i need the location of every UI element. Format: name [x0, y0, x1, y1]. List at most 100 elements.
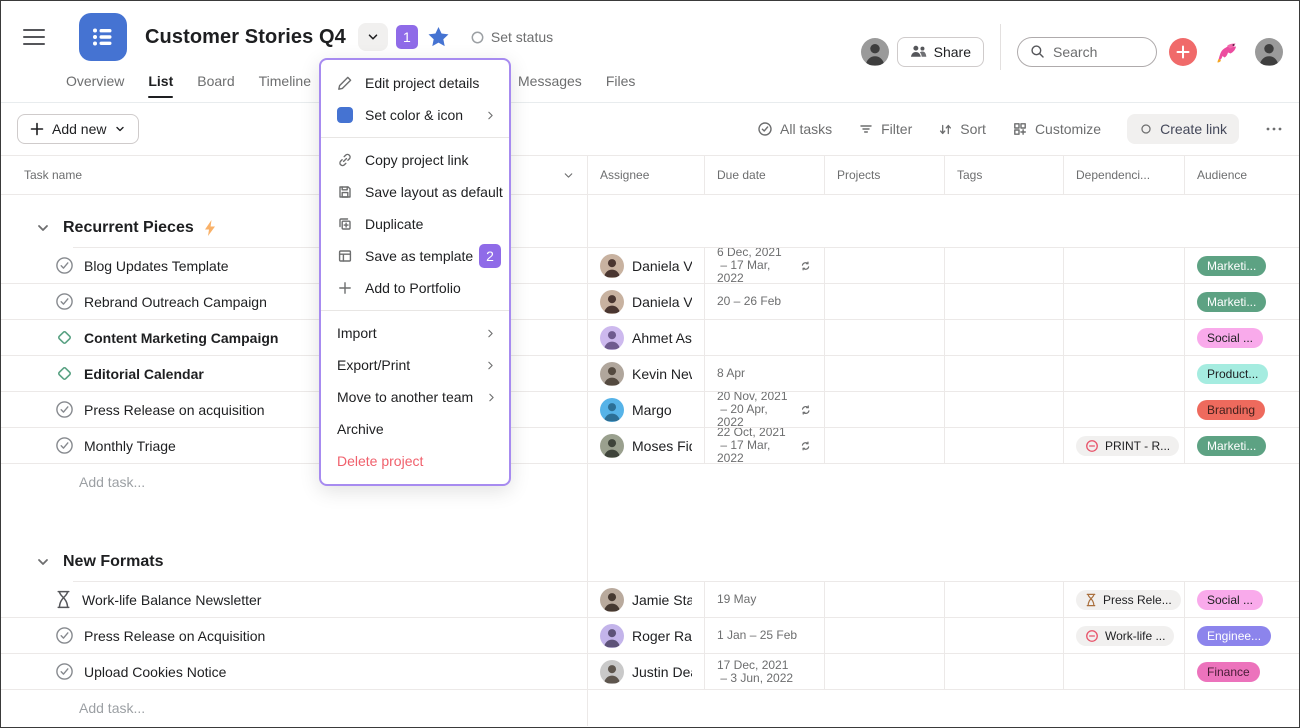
- dependencies-cell[interactable]: [1063, 284, 1184, 319]
- task-check-icon[interactable]: [55, 436, 74, 455]
- task-row[interactable]: Blog Updates Template Daniela Var... 6 D…: [1, 248, 1299, 284]
- audience-pill[interactable]: Product...: [1197, 364, 1268, 384]
- search-input[interactable]: [1053, 44, 1143, 60]
- assignee-cell[interactable]: Ahmet Aslan: [587, 320, 704, 355]
- audience-cell[interactable]: Finance: [1184, 654, 1300, 689]
- column-header[interactable]: Projects: [824, 156, 944, 194]
- dependencies-cell[interactable]: Press Rele...: [1063, 582, 1184, 617]
- due-date-cell[interactable]: 8 Apr: [704, 356, 824, 391]
- tab-list[interactable]: List: [148, 73, 173, 98]
- menu-item-duplicate[interactable]: Duplicate: [321, 208, 509, 240]
- audience-pill[interactable]: Social ...: [1197, 590, 1263, 610]
- assignee-cell[interactable]: Justin Dean: [587, 654, 704, 689]
- task-name[interactable]: Work-life Balance Newsletter: [82, 592, 261, 608]
- task-name[interactable]: Press Release on acquisition: [84, 402, 265, 418]
- dependencies-cell[interactable]: [1063, 320, 1184, 355]
- column-header[interactable]: Tags: [944, 156, 1063, 194]
- audience-cell[interactable]: Enginee...: [1184, 618, 1300, 653]
- audience-cell[interactable]: Social ...: [1184, 320, 1300, 355]
- column-header[interactable]: Due date: [704, 156, 824, 194]
- due-date-cell[interactable]: 6 Dec, 2021 – 17 Mar, 2022: [704, 248, 824, 283]
- sort-button[interactable]: Sort: [938, 121, 986, 137]
- audience-cell[interactable]: Marketi...: [1184, 248, 1300, 283]
- tab-overview[interactable]: Overview: [66, 73, 124, 98]
- task-check-icon[interactable]: [55, 626, 74, 645]
- dependencies-cell[interactable]: PRINT - R...: [1063, 428, 1184, 463]
- dependencies-cell[interactable]: Work-life ...: [1063, 618, 1184, 653]
- sidebar-toggle-icon[interactable]: [23, 26, 45, 48]
- task-row[interactable]: Press Release on acquisition Margo 20 No…: [1, 392, 1299, 428]
- audience-cell[interactable]: Social ...: [1184, 582, 1300, 617]
- due-date-cell[interactable]: 19 May: [704, 582, 824, 617]
- dependencies-cell[interactable]: [1063, 392, 1184, 427]
- audience-pill[interactable]: Finance: [1197, 662, 1260, 682]
- section-title[interactable]: New Formats: [63, 553, 163, 571]
- assignee-cell[interactable]: Daniela Var...: [587, 248, 704, 283]
- tags-cell[interactable]: [944, 582, 1063, 617]
- search-bar[interactable]: [1017, 37, 1157, 67]
- task-check-icon[interactable]: [55, 400, 74, 419]
- task-name[interactable]: Editorial Calendar: [84, 366, 204, 382]
- projects-cell[interactable]: [824, 284, 944, 319]
- approval-hourglass-icon[interactable]: [55, 590, 72, 609]
- projects-cell[interactable]: [824, 654, 944, 689]
- section-collapse-button[interactable]: [37, 222, 49, 234]
- assignee-cell[interactable]: Margo: [587, 392, 704, 427]
- due-date[interactable]: 17 Dec, 2021 – 3 Jun, 2022: [717, 659, 793, 685]
- section-collapse-icon[interactable]: [37, 222, 49, 234]
- due-date[interactable]: 20 Nov, 2021 – 20 Apr, 2022: [717, 392, 812, 427]
- projects-cell[interactable]: [824, 248, 944, 283]
- menu-item-save-layout-as-default[interactable]: Save layout as default: [321, 176, 509, 208]
- add-task-button[interactable]: Add task...: [1, 690, 1299, 726]
- task-check-icon[interactable]: [55, 662, 74, 681]
- task-name[interactable]: Content Marketing Campaign: [84, 330, 278, 346]
- dependencies-cell[interactable]: [1063, 356, 1184, 391]
- tags-cell[interactable]: [944, 248, 1063, 283]
- dependencies-cell[interactable]: [1063, 248, 1184, 283]
- dependency-pill[interactable]: Work-life ...: [1076, 626, 1174, 646]
- audience-cell[interactable]: Branding: [1184, 392, 1300, 427]
- column-header[interactable]: Audience: [1184, 156, 1300, 194]
- menu-item-export-print[interactable]: Export/Print: [321, 349, 509, 381]
- task-row[interactable]: Upload Cookies Notice Justin Dean 17 Dec…: [1, 654, 1299, 690]
- projects-cell[interactable]: [824, 392, 944, 427]
- menu-item-edit-project-details[interactable]: Edit project details: [321, 67, 509, 99]
- projects-cell[interactable]: [824, 582, 944, 617]
- audience-cell[interactable]: Marketi...: [1184, 428, 1300, 463]
- milestone-diamond-icon[interactable]: [55, 328, 74, 347]
- assignee-cell[interactable]: Roger Ray...: [587, 618, 704, 653]
- due-date[interactable]: 20 – 26 Feb: [717, 295, 781, 308]
- filter-button[interactable]: Filter: [858, 121, 912, 137]
- dependencies-cell[interactable]: [1063, 654, 1184, 689]
- task-row[interactable]: Rebrand Outreach Campaign Daniela Var...…: [1, 284, 1299, 320]
- task-row[interactable]: Editorial Calendar Kevin New... 8 Apr Pr…: [1, 356, 1299, 392]
- due-date[interactable]: 19 May: [717, 593, 756, 606]
- tab-timeline[interactable]: Timeline: [259, 73, 311, 98]
- due-date[interactable]: 1 Jan – 25 Feb: [717, 629, 797, 642]
- section-collapse-button[interactable]: [37, 556, 49, 568]
- tags-cell[interactable]: [944, 356, 1063, 391]
- tags-cell[interactable]: [944, 654, 1063, 689]
- collaborator-avatar[interactable]: [861, 38, 889, 66]
- due-date-cell[interactable]: [704, 320, 824, 355]
- task-row[interactable]: Content Marketing Campaign Ahmet Aslan S…: [1, 320, 1299, 356]
- column-header[interactable]: Dependenci...: [1063, 156, 1184, 194]
- assignee-cell[interactable]: Daniela Var...: [587, 284, 704, 319]
- due-date[interactable]: 6 Dec, 2021 – 17 Mar, 2022: [717, 248, 812, 283]
- menu-item-archive[interactable]: Archive: [321, 413, 509, 445]
- tab-messages[interactable]: Messages: [518, 73, 582, 98]
- audience-pill[interactable]: Marketi...: [1197, 292, 1266, 312]
- tab-files[interactable]: Files: [606, 73, 636, 98]
- due-date-cell[interactable]: 1 Jan – 25 Feb: [704, 618, 824, 653]
- tags-cell[interactable]: [944, 284, 1063, 319]
- menu-item-import[interactable]: Import: [321, 317, 509, 349]
- task-row[interactable]: Monthly Triage Moses Fidel 22 Oct, 2021 …: [1, 428, 1299, 464]
- projects-cell[interactable]: [824, 618, 944, 653]
- all-tasks-button[interactable]: All tasks: [757, 121, 832, 137]
- task-name[interactable]: Press Release on Acquisition: [84, 628, 265, 644]
- tags-cell[interactable]: [944, 392, 1063, 427]
- tab-board[interactable]: Board: [197, 73, 234, 98]
- due-date-cell[interactable]: 17 Dec, 2021 – 3 Jun, 2022: [704, 654, 824, 689]
- menu-item-set-color-icon[interactable]: Set color & icon: [321, 99, 509, 131]
- add-task-button[interactable]: Add task...: [1, 464, 1299, 500]
